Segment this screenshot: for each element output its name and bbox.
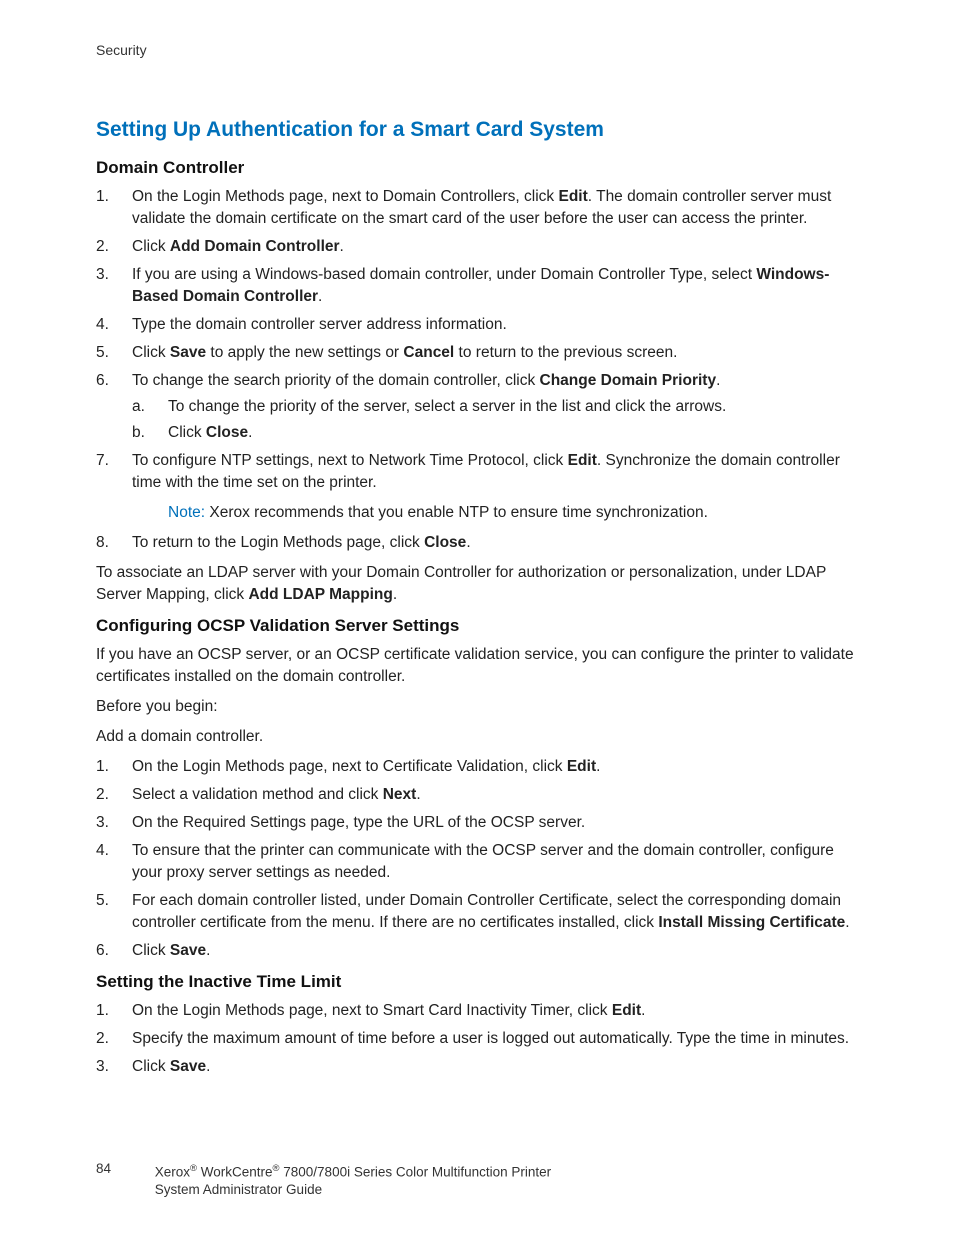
registered-icon: ® bbox=[190, 1163, 197, 1174]
text: . bbox=[393, 586, 397, 603]
list-item: To configure NTP settings, next to Netwo… bbox=[96, 450, 858, 524]
heading-inactive-time: Setting the Inactive Time Limit bbox=[96, 972, 858, 992]
text: 7800/7800i Series Color Multifunction Pr… bbox=[280, 1164, 552, 1179]
page-title: Setting Up Authentication for a Smart Ca… bbox=[96, 118, 858, 142]
domain-controller-steps: On the Login Methods page, next to Domai… bbox=[96, 186, 858, 554]
footer-text: Xerox® WorkCentre® 7800/7800i Series Col… bbox=[155, 1160, 551, 1200]
list-item: Click Save to apply the new settings or … bbox=[96, 342, 858, 364]
bold-text: Save bbox=[170, 344, 206, 361]
text: . bbox=[248, 424, 252, 441]
text: To return to the Login Methods page, cli… bbox=[132, 534, 424, 551]
text: . bbox=[845, 914, 849, 931]
ocsp-steps: On the Login Methods page, next to Certi… bbox=[96, 756, 858, 962]
text: To configure NTP settings, next to Netwo… bbox=[132, 452, 568, 469]
list-item: To change the priority of the server, se… bbox=[132, 396, 858, 418]
bold-text: Close bbox=[424, 534, 466, 551]
list-item: On the Login Methods page, next to Domai… bbox=[96, 186, 858, 230]
before-begin: Before you begin: bbox=[96, 696, 858, 718]
page-footer: 84 Xerox® WorkCentre® 7800/7800i Series … bbox=[96, 1160, 551, 1200]
list-item: On the Required Settings page, type the … bbox=[96, 812, 858, 834]
bold-text: Save bbox=[170, 1058, 206, 1075]
bold-text: Edit bbox=[558, 188, 587, 205]
text: . bbox=[416, 786, 420, 803]
text: . bbox=[206, 1058, 210, 1075]
document-page: Security Setting Up Authentication for a… bbox=[0, 0, 954, 1235]
text: to return to the previous screen. bbox=[454, 344, 677, 361]
text: . bbox=[206, 942, 210, 959]
note-label: Note: bbox=[168, 504, 209, 521]
text: Click bbox=[132, 238, 170, 255]
list-item: Click Save. bbox=[96, 940, 858, 962]
text: Xerox bbox=[155, 1164, 190, 1179]
heading-domain-controller: Domain Controller bbox=[96, 158, 858, 178]
text: to apply the new settings or bbox=[206, 344, 403, 361]
list-item: To ensure that the printer can communica… bbox=[96, 840, 858, 884]
text: To change the search priority of the dom… bbox=[132, 372, 540, 389]
list-item: Type the domain controller server addres… bbox=[96, 314, 858, 336]
bold-text: Next bbox=[383, 786, 417, 803]
text: If you are using a Windows-based domain … bbox=[132, 266, 756, 283]
bold-text: Edit bbox=[568, 452, 597, 469]
heading-ocsp: Configuring OCSP Validation Server Setti… bbox=[96, 616, 858, 636]
text: On the Login Methods page, next to Domai… bbox=[132, 188, 558, 205]
list-item: Specify the maximum amount of time befor… bbox=[96, 1028, 858, 1050]
add-domain-controller-text: Add a domain controller. bbox=[96, 726, 858, 748]
bold-text: Change Domain Priority bbox=[540, 372, 717, 389]
list-item: Click Save. bbox=[96, 1056, 858, 1078]
ocsp-intro: If you have an OCSP server, or an OCSP c… bbox=[96, 644, 858, 688]
ldap-mapping-text: To associate an LDAP server with your Do… bbox=[96, 562, 858, 606]
list-item: Click Add Domain Controller. bbox=[96, 236, 858, 258]
text: Click bbox=[132, 344, 170, 361]
text: . bbox=[716, 372, 720, 389]
text: . bbox=[466, 534, 470, 551]
text: Select a validation method and click bbox=[132, 786, 383, 803]
page-number: 84 bbox=[96, 1160, 151, 1178]
list-item: Select a validation method and click Nex… bbox=[96, 784, 858, 806]
note-text: Xerox recommends that you enable NTP to … bbox=[209, 504, 708, 521]
registered-icon: ® bbox=[273, 1163, 280, 1174]
list-item: On the Login Methods page, next to Certi… bbox=[96, 756, 858, 778]
list-item: To return to the Login Methods page, cli… bbox=[96, 532, 858, 554]
bold-text: Close bbox=[206, 424, 248, 441]
text: Click bbox=[132, 942, 170, 959]
bold-text: Cancel bbox=[403, 344, 454, 361]
text: Click bbox=[168, 424, 206, 441]
list-item: To change the search priority of the dom… bbox=[96, 370, 858, 444]
list-item: On the Login Methods page, next to Smart… bbox=[96, 1000, 858, 1022]
bold-text: Edit bbox=[567, 758, 596, 775]
bold-text: Install Missing Certificate bbox=[658, 914, 845, 931]
list-item: If you are using a Windows-based domain … bbox=[96, 264, 858, 308]
text: . bbox=[318, 288, 322, 305]
text: . bbox=[641, 1002, 645, 1019]
inactive-time-steps: On the Login Methods page, next to Smart… bbox=[96, 1000, 858, 1078]
text: On the Login Methods page, next to Certi… bbox=[132, 758, 567, 775]
text: To associate an LDAP server with your Do… bbox=[96, 564, 826, 603]
text: WorkCentre bbox=[197, 1164, 273, 1179]
list-item: Click Close. bbox=[132, 422, 858, 444]
sub-steps: To change the priority of the server, se… bbox=[132, 396, 858, 444]
note: Note: Xerox recommends that you enable N… bbox=[168, 502, 858, 524]
text: System Administrator Guide bbox=[155, 1182, 322, 1197]
bold-text: Add LDAP Mapping bbox=[248, 586, 392, 603]
text: On the Login Methods page, next to Smart… bbox=[132, 1002, 612, 1019]
bold-text: Edit bbox=[612, 1002, 641, 1019]
bold-text: Add Domain Controller bbox=[170, 238, 340, 255]
header-breadcrumb: Security bbox=[96, 42, 858, 58]
list-item: For each domain controller listed, under… bbox=[96, 890, 858, 934]
bold-text: Save bbox=[170, 942, 206, 959]
text: Click bbox=[132, 1058, 170, 1075]
text: . bbox=[596, 758, 600, 775]
text: . bbox=[340, 238, 344, 255]
